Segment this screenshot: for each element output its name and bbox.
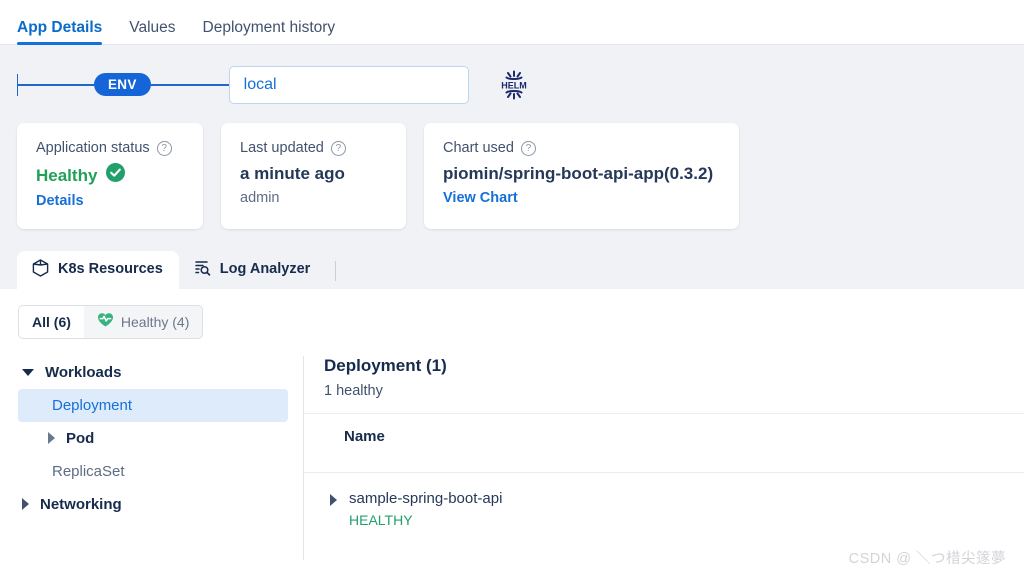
tab-app-details[interactable]: App Details [17, 19, 103, 45]
chart-used-label: Chart used [443, 140, 514, 156]
env-name-input[interactable]: local [228, 65, 469, 104]
table-row[interactable]: sample-spring-boot-api HEALTHY [324, 473, 1024, 528]
application-status-value-row: Healthy [36, 163, 185, 187]
csdn-watermark: CSDN @ ＼つ棤尖篴夢 [848, 550, 1006, 567]
filter-healthy-label: Healthy (4) [120, 313, 190, 330]
chart-used-label-row: Chart used ? [443, 140, 721, 157]
chevron-right-icon[interactable] [330, 494, 337, 507]
last-updated-label-row: Last updated ? [240, 140, 388, 157]
tree-item-pod-label: Pod [66, 429, 95, 447]
last-updated-user: admin [240, 189, 280, 206]
tree-item-networking-label: Networking [40, 495, 122, 513]
tree-item-deployment[interactable]: Deployment [18, 388, 288, 422]
chevron-right-icon[interactable] [48, 432, 55, 445]
tab-log-analyzer[interactable]: Log Analyzer [179, 251, 327, 289]
resource-tree: Workloads Deployment Pod ReplicaSet Netw… [0, 356, 303, 560]
card-application-status: Application status ? Healthy Details [17, 123, 203, 229]
filter-healthy[interactable]: Healthy (4) [84, 306, 202, 338]
tree-item-workloads[interactable]: Workloads [18, 356, 303, 389]
env-connector-left [18, 83, 94, 86]
filter-bar: All (6) Healthy (4) [0, 289, 1024, 339]
tab-k8s-resources[interactable]: K8s Resources [17, 250, 179, 289]
helm-logo-text: HELM [501, 80, 527, 90]
environment-bar: ENV local HELM [0, 45, 1024, 109]
chart-used-value: piomin/spring-boot-api-app(0.3.2) [443, 164, 714, 184]
resource-name: sample-spring-boot-api [349, 490, 503, 508]
tab-divider [335, 260, 337, 281]
env-pill[interactable]: ENV [94, 72, 151, 97]
chevron-right-icon[interactable] [22, 498, 29, 511]
primary-tab-bar: App Details Values Deployment history [0, 0, 1024, 45]
view-chart-link[interactable]: View Chart [443, 190, 721, 206]
tree-item-replicaset[interactable]: ReplicaSet [18, 455, 303, 488]
heart-pulse-icon [97, 312, 114, 332]
status-filter-group: All (6) Healthy (4) [18, 304, 204, 339]
status-badge: HEALTHY [349, 512, 413, 529]
tab-k8s-resources-label: K8s Resources [58, 261, 163, 278]
card-last-updated: Last updated ? a minute ago admin [221, 123, 406, 229]
last-updated-value: a minute ago [240, 164, 345, 184]
tab-log-analyzer-label: Log Analyzer [219, 261, 311, 278]
card-chart-used: Chart used ? piomin/spring-boot-api-app(… [424, 123, 739, 229]
detail-title: Deployment (1) [324, 355, 447, 375]
env-connector-right [150, 83, 229, 86]
tree-item-deployment-label: Deployment [52, 396, 133, 414]
application-status-label-row: Application status ? [36, 140, 185, 157]
tree-item-pod[interactable]: Pod [18, 422, 303, 455]
page-body: ENV local HELM Application status ? Heal… [0, 45, 1024, 578]
resources-split-view: Workloads Deployment Pod ReplicaSet Netw… [0, 355, 1024, 560]
check-circle-icon [106, 163, 126, 187]
log-search-icon [194, 259, 211, 280]
help-icon[interactable]: ? [520, 141, 536, 157]
table-row-content: sample-spring-boot-api HEALTHY [349, 489, 502, 528]
tree-item-workloads-label: Workloads [45, 363, 122, 381]
helm-logo-icon: HELM [499, 68, 529, 102]
application-status-label: Application status [36, 140, 150, 156]
summary-cards: Application status ? Healthy Details Las… [0, 109, 1024, 229]
tab-deployment-history[interactable]: Deployment history [203, 19, 336, 45]
filter-all-label: All (6) [32, 313, 71, 330]
tab-values[interactable]: Values [129, 19, 175, 45]
application-status-details-link[interactable]: Details [36, 193, 185, 209]
tree-item-networking[interactable]: Networking [18, 488, 303, 521]
application-status-value: Healthy [36, 165, 98, 185]
column-header-name: Name [344, 428, 385, 446]
last-updated-label: Last updated [240, 140, 324, 156]
cube-icon [32, 259, 49, 281]
help-icon[interactable]: ? [330, 141, 346, 157]
resource-tab-bar: K8s Resources Log Analyzer [0, 250, 1024, 289]
tree-item-replicaset-label: ReplicaSet [52, 462, 125, 480]
detail-subtitle: 1 healthy [324, 383, 383, 400]
filter-all[interactable]: All (6) [19, 305, 84, 338]
help-icon[interactable]: ? [156, 141, 172, 157]
resources-panel: All (6) Healthy (4) Workloads Deployment… [0, 288, 1024, 578]
chevron-down-icon[interactable] [22, 368, 34, 376]
resource-detail-panel: Deployment (1) 1 healthy Name sample-spr… [303, 355, 1024, 560]
